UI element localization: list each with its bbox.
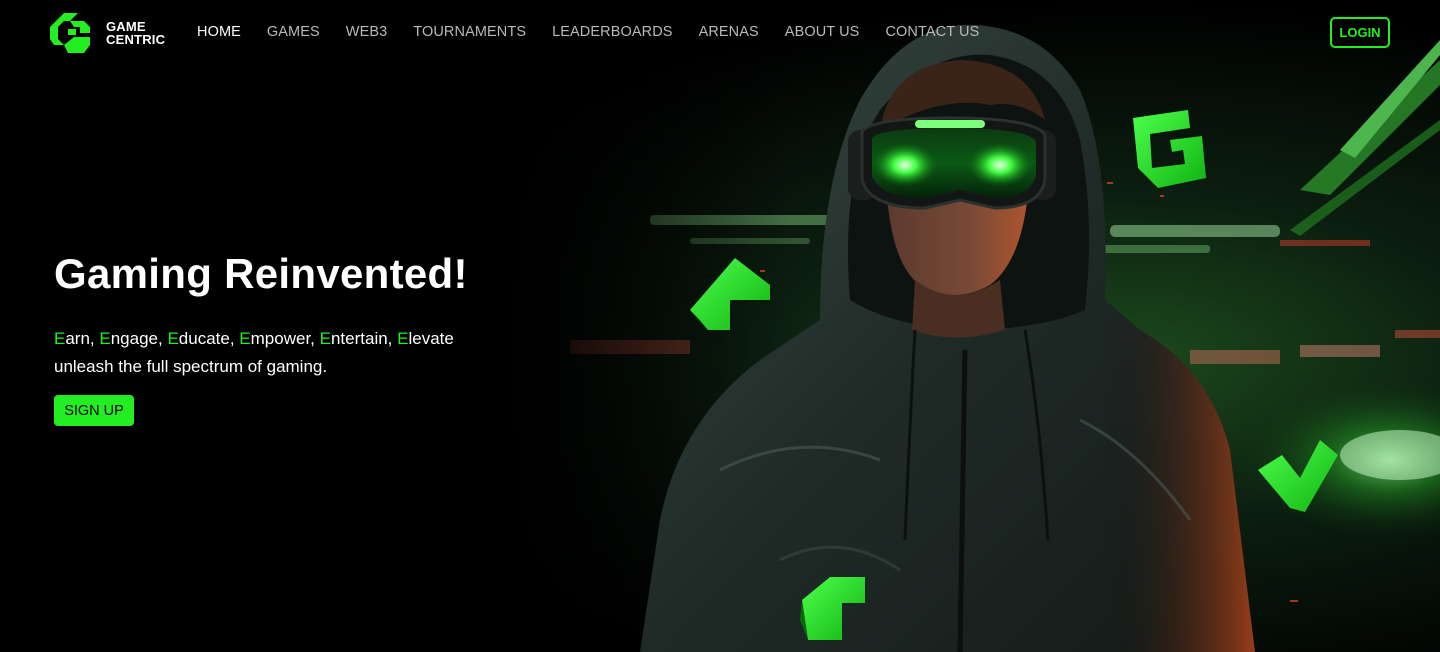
tagline-word-empower: Empower: [239, 329, 311, 348]
nav-item-leaderboards[interactable]: LEADERBOARDS: [539, 24, 685, 40]
nav-links: HOME GAMES WEB3 TOURNAMENTS LEADERBOARDS…: [184, 20, 992, 44]
sign-up-button[interactable]: SIGN UP: [54, 395, 134, 426]
nav-item-arenas[interactable]: ARENAS: [686, 24, 772, 40]
top-navigation: GAME CENTRIC HOME GAMES WEB3 TOURNAMENTS…: [0, 0, 1440, 64]
tagline-word-elevate: Elevate: [397, 329, 454, 348]
nav-item-about-us[interactable]: ABOUT US: [772, 24, 873, 40]
game-centric-logo-icon: [50, 13, 90, 53]
nav-item-home[interactable]: HOME: [184, 24, 254, 40]
tagline-word-engage: Engage: [99, 329, 158, 348]
hero-title: Gaming Reinvented!: [54, 250, 468, 297]
hero-section: Gaming Reinvented! Earn, Engage, Educate…: [54, 250, 468, 426]
login-button[interactable]: LOGIN: [1330, 17, 1390, 48]
hero-tagline: Earn, Engage, Educate, Empower, Entertai…: [54, 329, 454, 376]
nav-item-web3[interactable]: WEB3: [333, 24, 401, 40]
logo-line2: CENTRIC: [106, 32, 166, 47]
nav-item-tournaments[interactable]: TOURNAMENTS: [400, 24, 539, 40]
nav-item-games[interactable]: GAMES: [254, 24, 333, 40]
hero-tagline-line2: unleash the full spectrum of gaming.: [54, 357, 328, 376]
tagline-word-earn: Earn: [54, 329, 90, 348]
logo-wordmark: GAME CENTRIC: [106, 20, 165, 46]
nav-item-contact-us[interactable]: CONTACT US: [872, 24, 992, 40]
tagline-word-educate: Educate: [167, 329, 230, 348]
brand-logo[interactable]: GAME CENTRIC: [50, 9, 165, 57]
tagline-word-entertain: Entertain: [319, 329, 388, 348]
